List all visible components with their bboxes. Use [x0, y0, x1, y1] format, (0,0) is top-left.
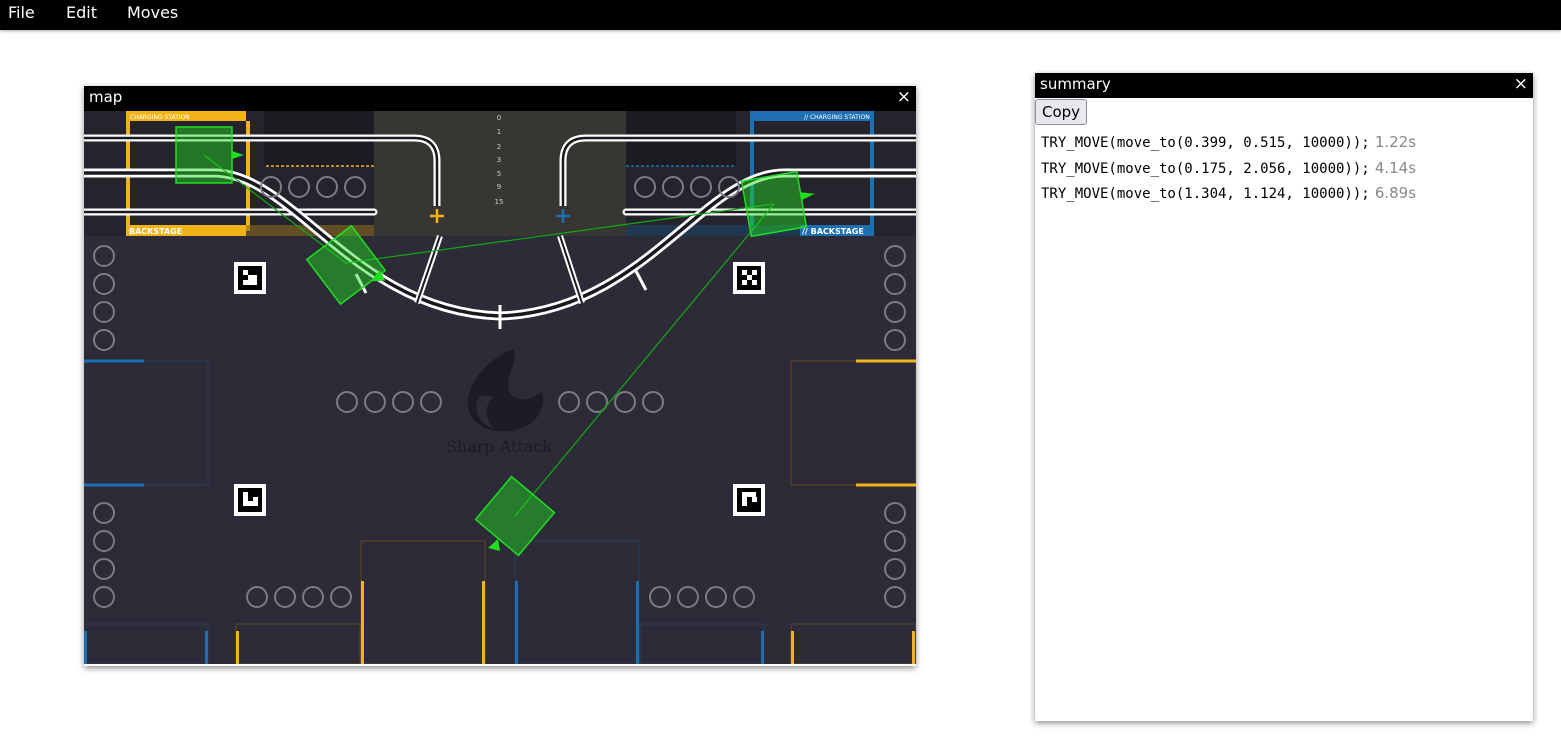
move-time: 6.89s [1374, 184, 1417, 202]
summary-titlebar[interactable]: summary × [1035, 73, 1533, 98]
list-item: TRY_MOVE(move_to(0.399, 0.515, 10000)); … [1041, 132, 1527, 158]
left-charging-label: CHARGING STATION [130, 114, 190, 121]
summary-close-icon[interactable]: × [1514, 74, 1528, 94]
scale-tick: 15 [495, 198, 504, 206]
scale-tick: 2 [497, 143, 501, 151]
scale-tick: 3 [497, 156, 501, 164]
menu-moves[interactable]: Moves [127, 3, 178, 22]
map-close-icon[interactable]: × [897, 87, 911, 107]
aruco-marker-bottom-right [733, 484, 765, 516]
list-item: TRY_MOVE(move_to(1.304, 1.124, 10000)); … [1041, 183, 1527, 209]
scale-tick: 5 [497, 170, 501, 178]
copy-button[interactable]: Copy [1035, 99, 1088, 125]
aruco-marker-top-left [234, 262, 266, 294]
aruco-marker-top-right [733, 262, 765, 294]
aruco-marker-bottom-left [234, 484, 266, 516]
move-time: 1.22s [1374, 133, 1417, 151]
right-backstage-label: // BACKSTAGE [802, 227, 864, 236]
move-code: TRY_MOVE(move_to(0.175, 2.056, 10000)); [1041, 160, 1370, 177]
moves-list: TRY_MOVE(move_to(0.399, 0.515, 10000)); … [1041, 132, 1527, 209]
scale-tick: 0 [497, 114, 501, 122]
move-time: 4.14s [1374, 158, 1417, 177]
move-code: TRY_MOVE(move_to(0.399, 0.515, 10000)); [1041, 135, 1370, 151]
menu-bar: File Edit Moves [0, 0, 1561, 30]
scale-tick: 1 [497, 128, 501, 136]
right-charging-label: // CHARGING STATION [804, 114, 870, 121]
menu-edit[interactable]: Edit [66, 3, 97, 22]
menu-file[interactable]: File [8, 3, 35, 22]
summary-window-title: summary [1040, 75, 1111, 93]
map-window: map × CHARGING STATION BACKSTAGE // CHAR… [84, 86, 916, 666]
move-code: TRY_MOVE(move_to(1.304, 1.124, 10000)); [1041, 186, 1370, 202]
left-backstage-label: BACKSTAGE [129, 227, 182, 236]
map-window-title: map [89, 88, 123, 106]
list-item: TRY_MOVE(move_to(0.175, 2.056, 10000)); … [1041, 158, 1527, 184]
map-canvas[interactable]: CHARGING STATION BACKSTAGE // CHARGING S… [84, 111, 916, 664]
scale-tick: 9 [497, 183, 501, 191]
summary-window: summary × Copy TRY_MOVE(move_to(0.399, 0… [1035, 73, 1533, 721]
map-titlebar[interactable]: map × [84, 86, 916, 111]
logo-text: Sharp Attack [446, 437, 552, 456]
